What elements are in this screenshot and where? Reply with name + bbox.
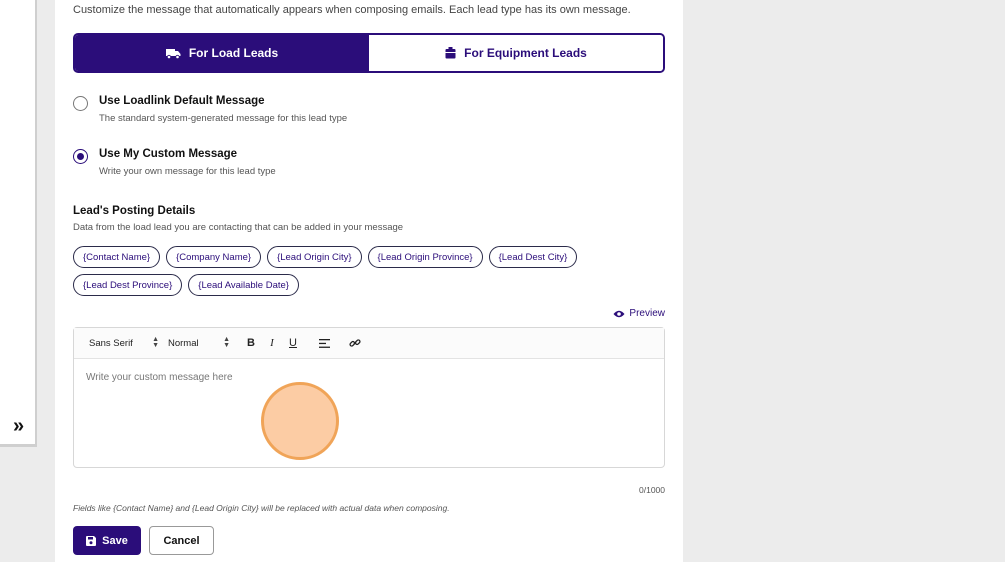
- custom-message-description: Write your own message for this lead typ…: [99, 166, 276, 177]
- custom-message-radio[interactable]: [73, 149, 88, 164]
- truck-icon: [165, 48, 181, 59]
- italic-icon[interactable]: I: [263, 337, 281, 349]
- select-arrows-icon: ▲ ▼: [152, 336, 159, 349]
- posting-details-description: Data from the load lead you are contacti…: [73, 222, 404, 233]
- bold-icon[interactable]: B: [242, 337, 260, 349]
- font-family-value: Sans Serif: [89, 337, 133, 349]
- preview-label: Preview: [629, 308, 665, 319]
- select-arrows-icon: ▲ ▼: [223, 336, 230, 349]
- tab-equipment-leads[interactable]: For Equipment Leads: [369, 35, 663, 71]
- tab-load-leads[interactable]: For Load Leads: [75, 35, 369, 71]
- chip-company-name[interactable]: {Company Name}: [166, 246, 262, 268]
- save-button[interactable]: Save: [73, 526, 141, 555]
- chip-lead-dest-city[interactable]: {Lead Dest City}: [488, 246, 578, 268]
- intro-text: Customize the message that automatically…: [73, 4, 631, 16]
- placeholder-chips: {Contact Name} {Company Name} {Lead Orig…: [73, 246, 633, 296]
- floppy-disk-icon: [86, 535, 97, 546]
- font-size-select[interactable]: Normal ▲ ▼: [168, 336, 230, 349]
- character-counter: 0/1000: [639, 485, 665, 495]
- preview-button[interactable]: Preview: [613, 308, 665, 319]
- link-icon[interactable]: [346, 337, 364, 349]
- gutter: [41, 0, 55, 562]
- tab-load-leads-label: For Load Leads: [188, 46, 279, 60]
- chip-lead-dest-province[interactable]: {Lead Dest Province}: [73, 274, 183, 296]
- tab-equipment-leads-label: For Equipment Leads: [464, 46, 587, 60]
- touch-cursor-indicator: [261, 382, 339, 460]
- option-custom-message[interactable]: Use My Custom Message Write your own mes…: [73, 148, 276, 177]
- lead-type-toggle: For Load Leads For Equipment Leads: [73, 33, 665, 73]
- default-message-radio[interactable]: [73, 96, 88, 111]
- align-left-icon[interactable]: [315, 338, 333, 348]
- custom-message-title: Use My Custom Message: [99, 148, 238, 160]
- message-textarea[interactable]: Write your custom message here: [74, 359, 664, 396]
- message-editor: Sans Serif ▲ ▼ Normal ▲ ▼ B I U Write your…: [73, 327, 665, 468]
- chip-lead-origin-province[interactable]: {Lead Origin Province}: [367, 246, 483, 268]
- default-message-description: The standard system-generated message fo…: [99, 113, 348, 124]
- default-message-title: Use Loadlink Default Message: [99, 95, 265, 107]
- font-family-select[interactable]: Sans Serif ▲ ▼: [89, 336, 159, 349]
- option-default-message[interactable]: Use Loadlink Default Message The standar…: [73, 95, 347, 124]
- cancel-button[interactable]: Cancel: [149, 526, 214, 555]
- chip-lead-available-date[interactable]: {Lead Available Date}: [188, 274, 299, 296]
- save-label: Save: [102, 534, 128, 547]
- editor-toolbar: Sans Serif ▲ ▼ Normal ▲ ▼ B I U: [74, 328, 664, 359]
- replacement-hint: Fields like {Contact Name} and {Lead Ori…: [73, 503, 450, 513]
- underline-icon[interactable]: U: [284, 337, 302, 349]
- chip-lead-origin-city[interactable]: {Lead Origin City}: [267, 246, 362, 268]
- chip-contact-name[interactable]: {Contact Name}: [73, 246, 161, 268]
- font-size-value: Normal: [168, 337, 199, 349]
- custom-message-panel: Customize the message that automatically…: [55, 0, 683, 562]
- package-icon: [445, 47, 456, 59]
- posting-details-title: Lead's Posting Details: [73, 205, 196, 217]
- eye-icon: [613, 310, 625, 317]
- left-sidebar: [0, 0, 37, 447]
- expand-sidebar-icon[interactable]: »: [13, 416, 24, 436]
